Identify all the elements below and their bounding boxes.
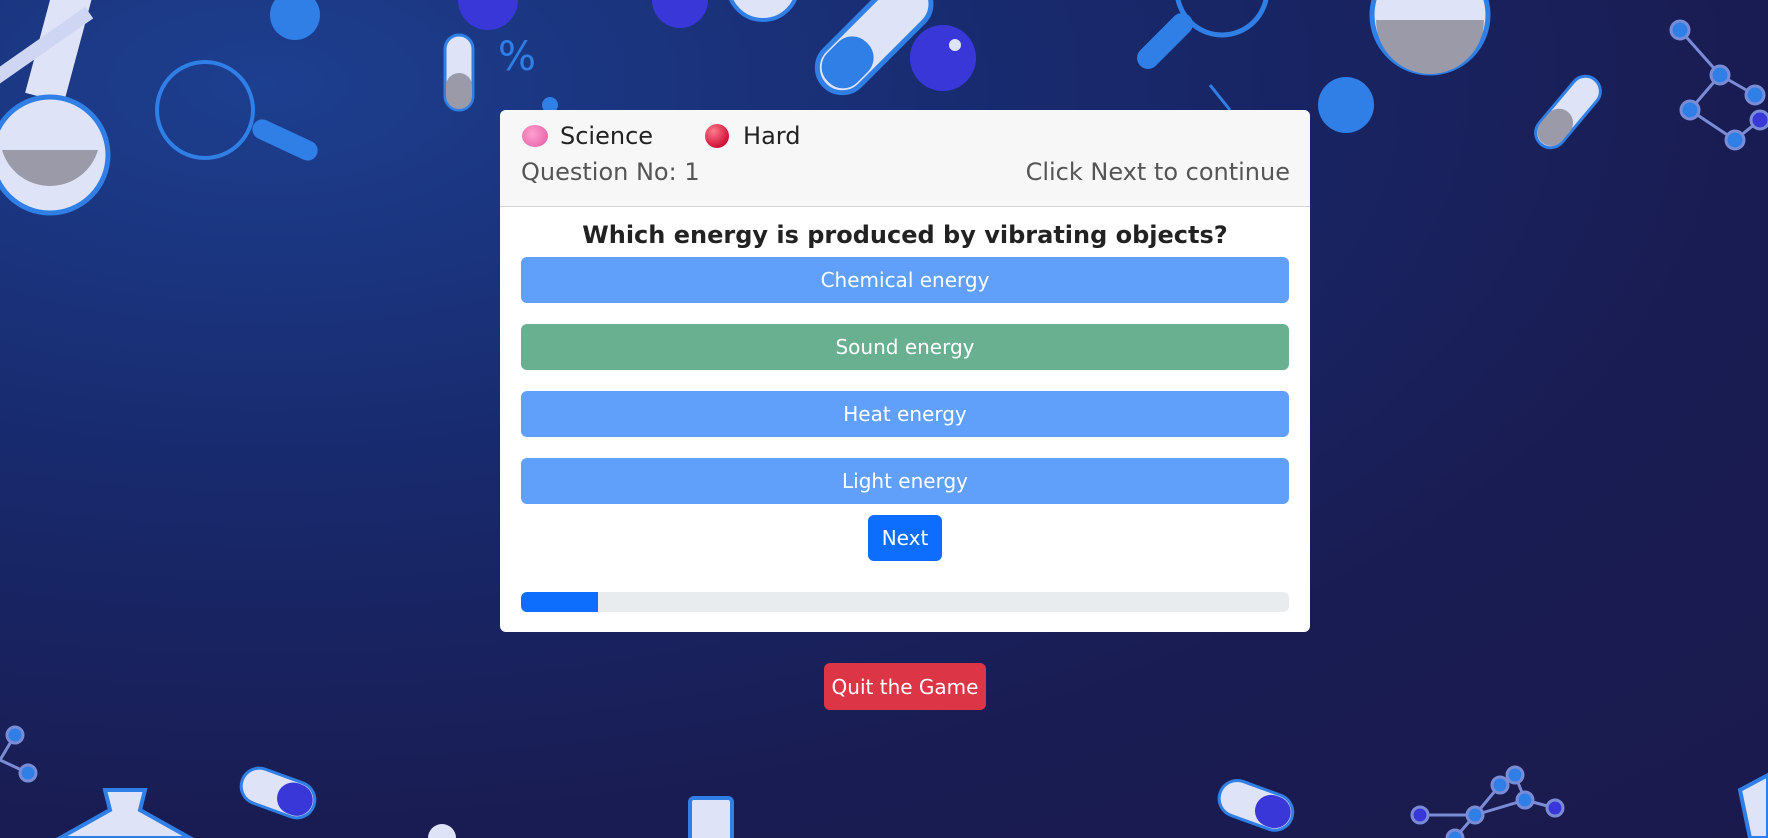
- pill-icon: [1534, 74, 1602, 150]
- molecule-icon: [1669, 19, 1768, 151]
- progress-fill: [521, 592, 598, 612]
- progress-bar: [521, 592, 1289, 612]
- brain-icon: [522, 125, 548, 147]
- bubble-icon: [910, 25, 976, 91]
- category-label: Science: [560, 122, 654, 150]
- category: Science: [522, 122, 653, 150]
- option-button-correct[interactable]: Sound energy: [521, 324, 1289, 370]
- bubble-icon: [270, 0, 320, 40]
- red-circle-icon: [705, 124, 730, 148]
- line-icon: [1208, 84, 1232, 111]
- percent-icon: %: [498, 34, 536, 80]
- bubble-icon: [458, 0, 518, 30]
- bubble-shine: [949, 39, 961, 51]
- quiz-meta: Science Hard: [522, 122, 852, 150]
- bubble-icon: [1318, 77, 1374, 133]
- magnifier-icon: [155, 60, 318, 161]
- flask-icon: [0, 0, 111, 216]
- continue-hint: Click Next to continue: [1025, 158, 1290, 186]
- question-text: Which energy is produced by vibrating ob…: [582, 221, 1228, 249]
- molecule-icon: [0, 725, 38, 783]
- flask-icon: [1737, 772, 1768, 838]
- magnifier-icon: [1137, 0, 1269, 69]
- bubble-icon: [652, 0, 708, 28]
- flask-icon: [55, 788, 195, 838]
- option-button[interactable]: Heat energy: [521, 391, 1289, 437]
- pill-icon: [1217, 779, 1295, 832]
- difficulty: Hard: [705, 122, 800, 150]
- pill-icon: [443, 33, 475, 112]
- option-button[interactable]: Chemical energy: [521, 257, 1289, 303]
- quiz-header: Science Hard Question No: 1 Click Next t…: [500, 110, 1310, 207]
- question-number: Question No: 1: [521, 158, 700, 186]
- difficulty-label: Hard: [743, 122, 801, 150]
- quit-button[interactable]: Quit the Game: [824, 663, 986, 710]
- test-tube-icon: [688, 796, 734, 838]
- bubble-icon: [428, 824, 456, 838]
- option-button[interactable]: Light energy: [521, 458, 1289, 504]
- flask-icon: [1369, 0, 1491, 76]
- bubble-icon: [729, 0, 797, 22]
- next-button[interactable]: Next: [868, 515, 942, 561]
- pill-icon: [239, 766, 317, 820]
- molecule-icon: [1410, 765, 1565, 838]
- quiz-card: Science Hard Question No: 1 Click Next t…: [500, 110, 1310, 632]
